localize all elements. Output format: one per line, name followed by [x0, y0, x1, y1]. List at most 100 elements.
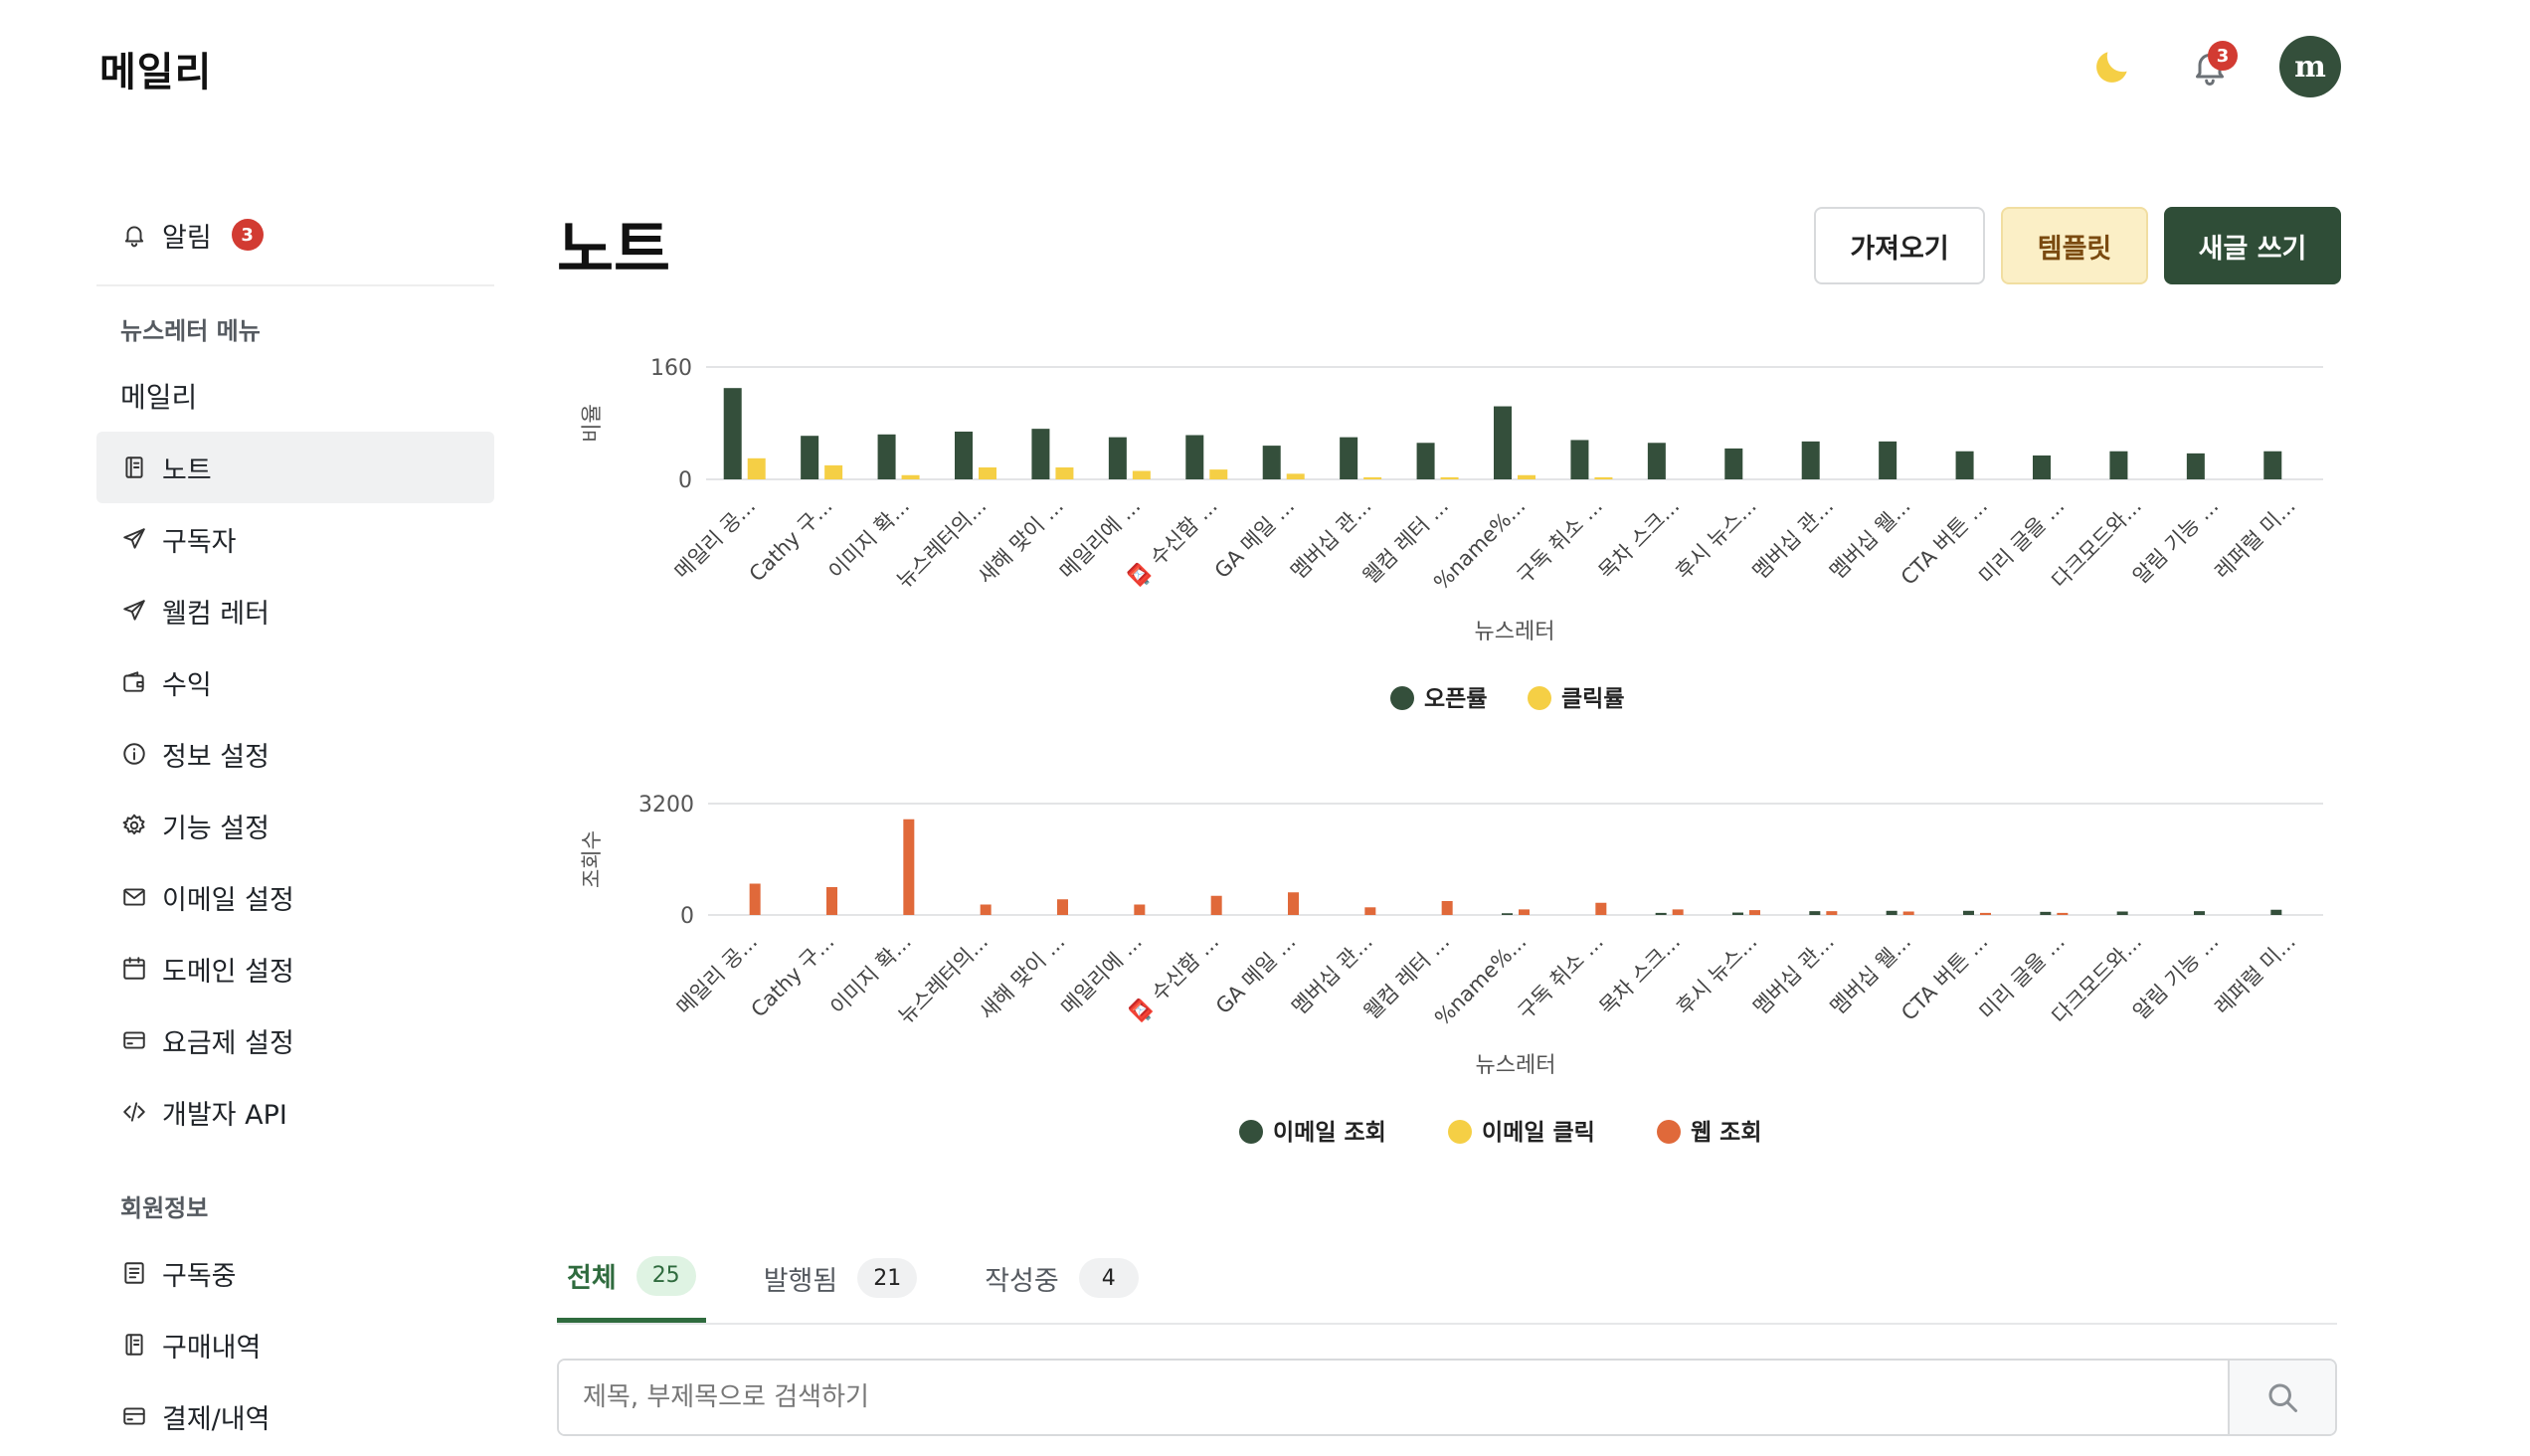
bar-이메일 조회[interactable] [1809, 911, 1821, 915]
legend-label: 웹 조회 [1691, 1120, 1762, 1146]
legend-item[interactable]: 오픈률 [1390, 686, 1487, 712]
bar-클릭률[interactable] [1286, 473, 1305, 479]
search-icon [2268, 1383, 2297, 1412]
bar-오픈률[interactable] [1108, 437, 1127, 479]
bar-이메일 조회[interactable] [1502, 913, 1513, 915]
theme-toggle-button[interactable] [2084, 39, 2140, 94]
bar-오픈률[interactable] [2263, 451, 2282, 479]
bar-오픈률[interactable] [955, 431, 973, 479]
bar-웹 조회[interactable] [1057, 899, 1068, 915]
bar-웹 조회[interactable] [980, 904, 992, 916]
bar-오픈률[interactable] [1955, 451, 1974, 479]
bar-웹 조회[interactable] [1441, 901, 1453, 915]
bar-클릭률[interactable] [901, 474, 920, 479]
bar-오픈률[interactable] [1262, 446, 1281, 479]
sidebar-item-0[interactable]: 노트 [96, 432, 494, 503]
bar-오픈률[interactable] [1340, 437, 1358, 479]
sidebar-item-2[interactable]: 웰컴 레터 [96, 575, 494, 646]
bar-오픈률[interactable] [723, 388, 742, 479]
bar-웹 조회[interactable] [1749, 910, 1760, 915]
sidebar-item-1[interactable]: 구독자 [96, 503, 494, 575]
bar-웹 조회[interactable] [1134, 904, 1146, 916]
bar-오픈률[interactable] [1724, 448, 1743, 479]
bar-chart: 03200조회수메일리 공...Cathy 구...이미지 확...뉴스레터의.… [580, 793, 2323, 1146]
legend-item[interactable]: 이메일 조회 [1239, 1120, 1386, 1146]
bar-클릭률[interactable] [747, 457, 766, 479]
tab-2[interactable]: 작성중 4 [975, 1233, 1149, 1323]
bar-웹 조회[interactable] [826, 887, 837, 915]
new-post-button[interactable]: 새글 쓰기 [2164, 207, 2341, 284]
legend-swatch [1448, 1120, 1472, 1144]
bar-웹 조회[interactable] [1288, 892, 1299, 915]
bar-오픈률[interactable] [1494, 406, 1512, 479]
newsletter-name[interactable]: 메일리 [96, 360, 494, 432]
sidebar-item-7[interactable]: 도메인 설정 [96, 933, 494, 1004]
bar-클릭률[interactable] [824, 464, 843, 479]
legend-item[interactable]: 클릭률 [1528, 686, 1624, 712]
bar-웹 조회[interactable] [903, 819, 915, 915]
sidebar-member-item-0[interactable]: 구독중 [96, 1237, 494, 1309]
sidebar-item-6[interactable]: 이메일 설정 [96, 861, 494, 933]
sidebar-member-item-1[interactable]: 구매내역 [96, 1309, 494, 1380]
import-button[interactable]: 가져오기 [1814, 207, 1985, 284]
sidebar-item-3[interactable]: 수익 [96, 646, 494, 718]
sidebar-item-5[interactable]: 기능 설정 [96, 790, 494, 861]
sidebar-item-9[interactable]: 개발자 API [96, 1076, 494, 1148]
bar-오픈률[interactable] [2186, 453, 2205, 479]
bar-오픈률[interactable] [1801, 441, 1820, 479]
bar-오픈률[interactable] [801, 436, 819, 479]
section-title-newsletter: 뉴스레터 메뉴 [120, 316, 261, 345]
bar-이메일 조회[interactable] [2040, 911, 2052, 915]
avatar[interactable]: m [2279, 36, 2341, 97]
template-button[interactable]: 템플릿 [2001, 207, 2148, 284]
sidebar-item-alerts[interactable]: 알림 3 [96, 199, 494, 271]
bar-클릭률[interactable] [1440, 476, 1459, 479]
tab-1[interactable]: 발행됨 21 [754, 1233, 928, 1323]
sidebar-item-4[interactable]: 정보 설정 [96, 718, 494, 790]
bar-웹 조회[interactable] [1595, 902, 1607, 915]
bar-클릭률[interactable] [1209, 469, 1228, 479]
bar-오픈률[interactable] [1647, 443, 1666, 479]
bar-오픈률[interactable] [1879, 441, 1898, 479]
bar-이메일 조회[interactable] [1732, 912, 1743, 915]
search-button[interactable] [2228, 1361, 2335, 1434]
bar-이메일 조회[interactable] [1963, 910, 1974, 915]
bar-웹 조회[interactable] [1210, 895, 1222, 915]
legend-item[interactable]: 웹 조회 [1657, 1120, 1762, 1146]
bar-오픈률[interactable] [2033, 455, 2051, 479]
bar-이메일 조회[interactable] [2194, 911, 2205, 915]
sidebar-item-label: 결제/내역 [162, 1403, 271, 1435]
x-tick-label: GA 메일 ... [1211, 930, 1301, 1019]
search-input[interactable] [559, 1361, 2228, 1434]
bar-이메일 조회[interactable] [2270, 909, 2282, 915]
bar-웹 조회[interactable] [1826, 911, 1838, 915]
bar-오픈률[interactable] [1185, 435, 1204, 479]
bar-오픈률[interactable] [877, 434, 896, 479]
bar-클릭률[interactable] [1518, 474, 1536, 479]
bar-웹 조회[interactable] [749, 883, 761, 916]
app-logo[interactable]: 메일리 [99, 40, 212, 97]
bar-클릭률[interactable] [979, 466, 996, 479]
bar-오픈률[interactable] [1031, 429, 1050, 479]
bar-이메일 조회[interactable] [1655, 912, 1667, 915]
bar-클릭률[interactable] [1055, 466, 1074, 479]
bar-이메일 조회[interactable] [1886, 910, 1898, 915]
bar-오픈률[interactable] [1416, 443, 1435, 479]
tab-0[interactable]: 전체 25 [557, 1233, 706, 1323]
sidebar-item-8[interactable]: 요금제 설정 [96, 1004, 494, 1076]
bar-웹 조회[interactable] [1980, 912, 1991, 915]
bar-오픈률[interactable] [1570, 440, 1589, 479]
bar-클릭률[interactable] [1132, 470, 1151, 479]
bar-클릭률[interactable] [1594, 476, 1613, 479]
bar-웹 조회[interactable] [2057, 912, 2069, 915]
bar-클릭률[interactable] [1363, 476, 1382, 479]
bar-이메일 조회[interactable] [2116, 911, 2128, 916]
bar-웹 조회[interactable] [1672, 909, 1684, 915]
bar-웹 조회[interactable] [1519, 909, 1530, 915]
bar-웹 조회[interactable] [1902, 911, 1914, 916]
bar-웹 조회[interactable] [1364, 907, 1376, 915]
notification-button[interactable]: 3 [2182, 39, 2238, 94]
legend-item[interactable]: 이메일 클릭 [1448, 1120, 1595, 1146]
bar-오픈률[interactable] [2109, 451, 2128, 479]
sidebar-member-item-2[interactable]: 결제/내역 [96, 1380, 494, 1452]
